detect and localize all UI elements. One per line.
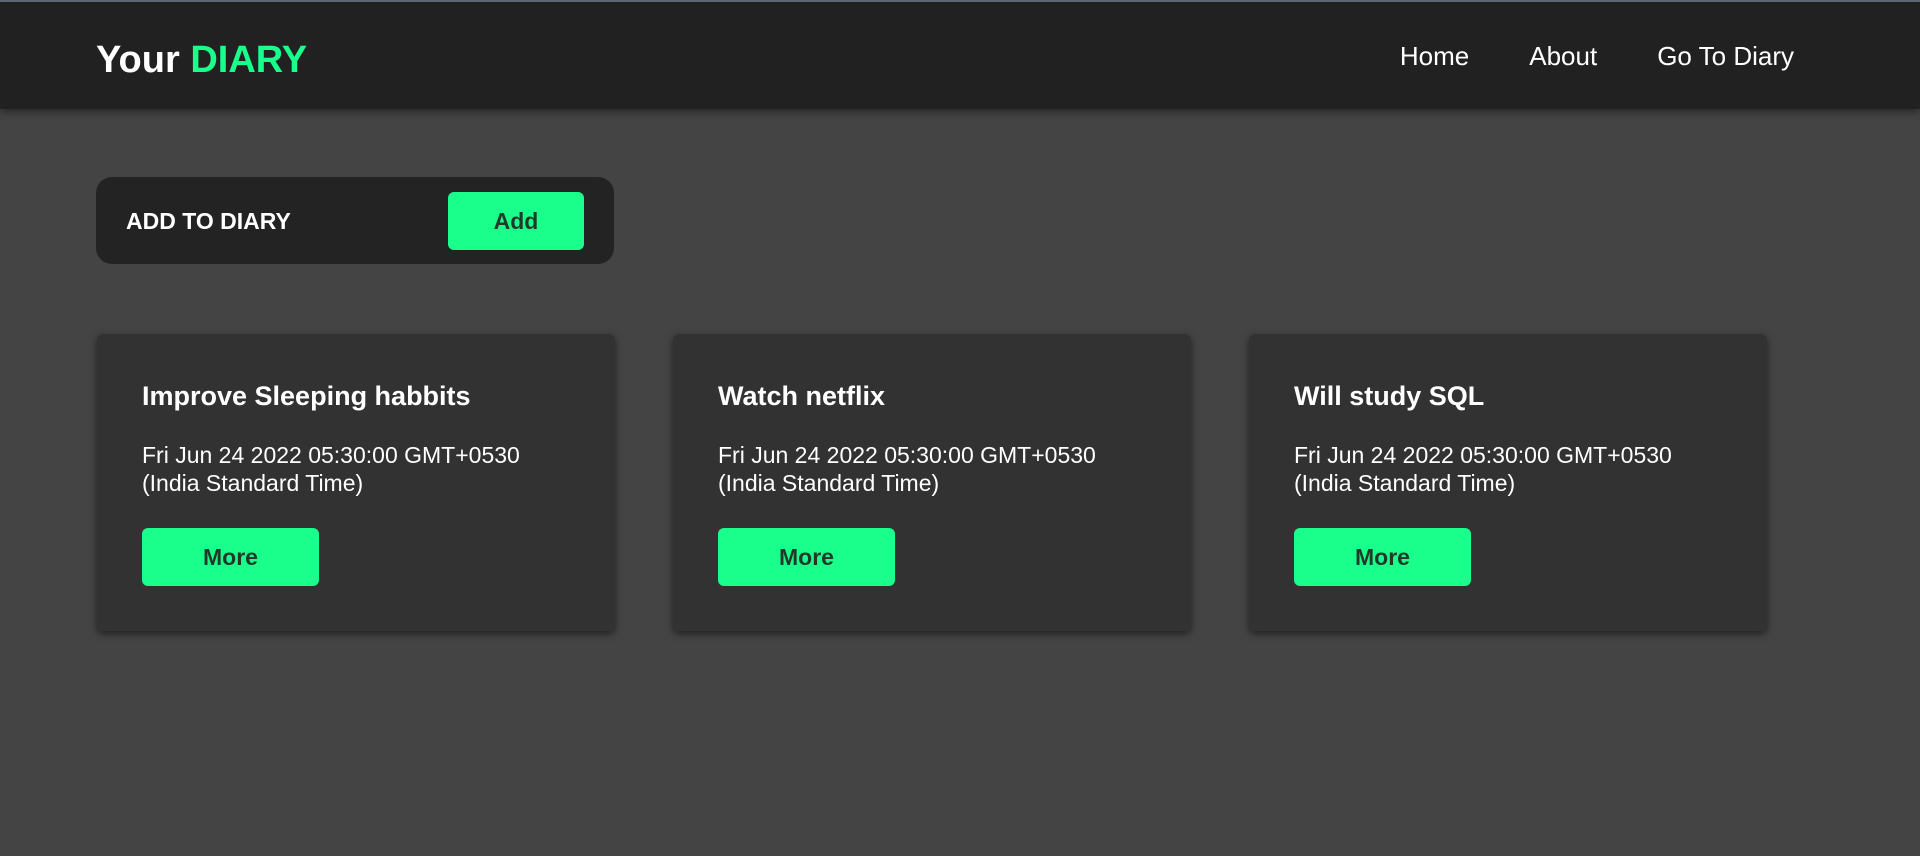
brand-logo[interactable]: Your DIARY	[96, 38, 307, 82]
more-button[interactable]: More	[718, 528, 895, 586]
card-date: Fri Jun 24 2022 05:30:00 GMT+0530 (India…	[718, 442, 1096, 496]
add-button[interactable]: Add	[448, 192, 584, 250]
card-title: Watch netflix	[718, 381, 886, 411]
card-title: Will study SQL	[1294, 381, 1485, 411]
card-date: Fri Jun 24 2022 05:30:00 GMT+0530 (India…	[1294, 442, 1672, 496]
navbar: Your DIARY Home About Go To Diary	[0, 0, 1920, 109]
brand-prefix: Your	[96, 39, 180, 81]
nav-link-go-to-diary[interactable]: Go To Diary	[1657, 40, 1794, 72]
diary-card: Improve Sleeping habbits Fri Jun 24 2022…	[97, 334, 615, 631]
card-title: Improve Sleeping habbits	[142, 381, 471, 411]
diary-card: Will study SQL Fri Jun 24 2022 05:30:00 …	[1249, 334, 1767, 631]
nav-link-about[interactable]: About	[1529, 40, 1597, 72]
more-button[interactable]: More	[1294, 528, 1471, 586]
diary-card: Watch netflix Fri Jun 24 2022 05:30:00 G…	[673, 334, 1191, 631]
add-to-diary-panel: ADD TO DIARY Add	[96, 177, 614, 264]
more-button[interactable]: More	[142, 528, 319, 586]
add-to-diary-label: ADD TO DIARY	[126, 208, 291, 234]
card-date: Fri Jun 24 2022 05:30:00 GMT+0530 (India…	[142, 442, 520, 496]
nav-links: Home About Go To Diary	[1400, 40, 1794, 72]
nav-link-home[interactable]: Home	[1400, 40, 1469, 72]
brand-accent: DIARY	[190, 39, 308, 81]
